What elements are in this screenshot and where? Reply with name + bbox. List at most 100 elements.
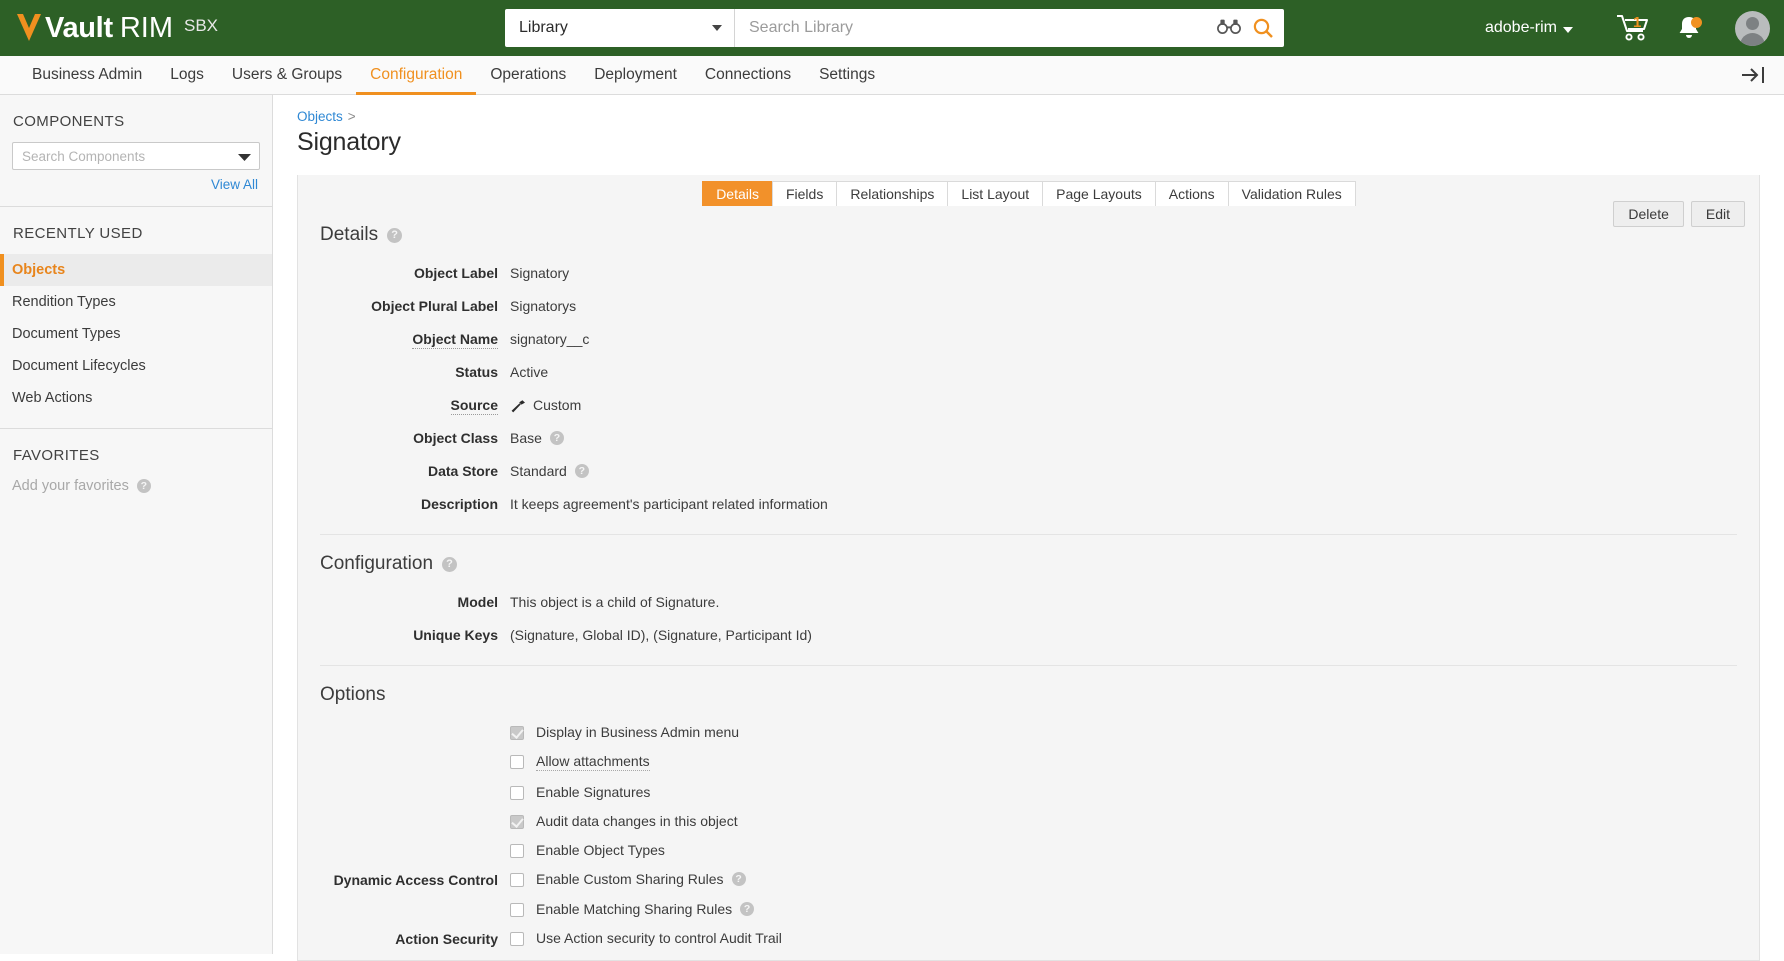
help-icon[interactable]: ? (136, 479, 151, 493)
sidebar-item-objects[interactable]: Objects (0, 254, 272, 286)
nav-label: Business Admin (32, 66, 143, 83)
field-label: Object Name (412, 331, 498, 349)
sidebar-item-document-types[interactable]: Document Types (0, 318, 272, 350)
account-name[interactable]: adobe-rim (1485, 19, 1557, 37)
help-icon[interactable]: ? (549, 431, 564, 445)
details-title-text: Details (320, 224, 379, 245)
checkbox-enable-matching-sharing-rules[interactable] (510, 903, 524, 917)
field-value: Signatory (510, 265, 570, 281)
search-scope-select[interactable]: Library (505, 9, 735, 47)
chevron-down-icon[interactable] (238, 149, 251, 164)
tab-page-layouts[interactable]: Page Layouts (1042, 181, 1156, 206)
field-label: Data Store (427, 463, 498, 479)
help-icon[interactable]: ? (740, 902, 755, 916)
collapse-panel-button[interactable] (1740, 56, 1766, 94)
tab-actions[interactable]: Actions (1154, 181, 1229, 206)
nav-item-configuration[interactable]: Configuration (356, 56, 477, 95)
option-row: Enable Object Types (320, 842, 1737, 858)
help-icon[interactable]: ? (387, 227, 403, 243)
option-label: Enable Matching Sharing Rules ? (536, 901, 755, 917)
nav-label: Deployment (594, 66, 677, 83)
logo-rim-text: RIM (119, 12, 173, 44)
nav-item-business-admin[interactable]: Business Admin (18, 56, 156, 94)
view-all-link[interactable]: View All (12, 177, 260, 192)
option-group-label (320, 753, 510, 754)
search-input[interactable]: Search Library (749, 19, 1217, 37)
sidebar-item-label: Objects (12, 262, 66, 278)
field-row: Description It keeps agreement's partici… (320, 495, 1737, 512)
field-value: This object is a child of Signature. (510, 594, 720, 610)
option-group-label (320, 842, 510, 843)
tab-label: Page Layouts (1056, 186, 1142, 202)
chevron-down-icon (712, 25, 722, 31)
tab-relationships[interactable]: Relationships (836, 181, 949, 206)
option-label: Use Action security to control Audit Tra… (536, 930, 782, 946)
field-label: Source (450, 397, 498, 415)
sidebar-item-label: Web Actions (12, 390, 93, 406)
search-input-wrap[interactable]: Search Library (735, 9, 1284, 47)
edit-button-label: Edit (1705, 206, 1730, 222)
nav-item-connections[interactable]: Connections (691, 56, 805, 94)
checkbox-allow-attachments[interactable] (510, 755, 524, 769)
checkbox-display-in-business-admin-menu[interactable] (510, 726, 524, 740)
field-label: Description (420, 496, 498, 512)
option-group-label: Action Security (395, 931, 498, 947)
tab-label: Fields (785, 186, 824, 202)
option-row-dynamic-access-control: Dynamic Access Control Enable Custom Sha… (320, 871, 1737, 888)
option-row: Allow attachments (320, 753, 1737, 771)
app-logo[interactable]: Vault RIM SBX (0, 13, 218, 43)
tab-label: Actions (1168, 186, 1215, 202)
tab-fields[interactable]: Fields (771, 181, 838, 206)
checkbox-enable-object-types[interactable] (510, 844, 524, 858)
help-icon[interactable]: ? (574, 464, 589, 478)
checkbox-enable-signatures[interactable] (510, 786, 524, 800)
tab-validation-rules[interactable]: Validation Rules (1227, 181, 1356, 206)
recently-used-heading: RECENTLY USED (13, 225, 143, 242)
option-label: Display in Business Admin menu (536, 724, 740, 740)
sidebar-item-rendition-types[interactable]: Rendition Types (0, 286, 272, 318)
checkbox-use-action-security-audit-trail[interactable] (510, 932, 524, 946)
binoculars-icon[interactable] (1217, 18, 1241, 39)
options-section-title: Options (320, 684, 1737, 706)
tab-label: Details (716, 186, 759, 202)
option-label: Audit data changes in this object (536, 813, 738, 829)
option-row-action-security: Action Security Use Action security to c… (320, 930, 1737, 947)
avatar[interactable] (1735, 10, 1770, 46)
nav-item-deployment[interactable]: Deployment (580, 56, 691, 94)
checkbox-enable-custom-sharing-rules[interactable] (510, 873, 524, 887)
breadcrumb-link-objects[interactable]: Objects (297, 109, 343, 124)
section-divider (320, 665, 1737, 666)
sidebar-item-label: Rendition Types (12, 294, 116, 310)
nav-item-users-groups[interactable]: Users & Groups (218, 56, 356, 94)
logo-env-badge: SBX (183, 16, 219, 35)
search-scope-value: Library (519, 19, 568, 36)
nav-item-settings[interactable]: Settings (805, 56, 889, 94)
checkbox-audit-data-changes[interactable] (510, 815, 524, 829)
field-value: Base (510, 430, 542, 446)
search-components-input[interactable]: Search Components (12, 142, 260, 170)
delete-button[interactable]: Delete (1613, 201, 1684, 227)
help-icon[interactable]: ? (731, 872, 746, 886)
header-actions: adobe-rim 1 (1485, 0, 1770, 56)
field-row: Object Label Signatory (320, 264, 1737, 281)
nav-item-operations[interactable]: Operations (476, 56, 580, 94)
configuration-section-title: Configuration ? (320, 553, 1737, 575)
primary-nav: Business Admin Logs Users & Groups Confi… (0, 56, 1784, 95)
help-icon[interactable]: ? (442, 556, 458, 572)
notification-badge-dot (1691, 17, 1702, 28)
nav-item-logs[interactable]: Logs (156, 56, 218, 94)
object-detail-panel: Details Fields Relationships List Layout… (297, 175, 1760, 961)
tab-list-layout[interactable]: List Layout (947, 181, 1044, 206)
notifications-button[interactable] (1669, 8, 1709, 48)
sidebar-item-web-actions[interactable]: Web Actions (0, 382, 272, 414)
account-chevron-down-icon[interactable] (1563, 27, 1573, 33)
search-submit-icon[interactable] (1252, 17, 1274, 39)
field-row: Object Class Base ? (320, 429, 1737, 446)
sidebar-item-document-lifecycles[interactable]: Document Lifecycles (0, 350, 272, 382)
field-value-wrap: Standard ? (510, 462, 589, 479)
edit-button[interactable]: Edit (1690, 201, 1745, 227)
tab-details[interactable]: Details (702, 181, 773, 206)
cart-button[interactable]: 1 (1613, 8, 1653, 48)
logo-vault-text: Vault (45, 12, 113, 44)
global-search: Library Search Library (505, 9, 1284, 47)
